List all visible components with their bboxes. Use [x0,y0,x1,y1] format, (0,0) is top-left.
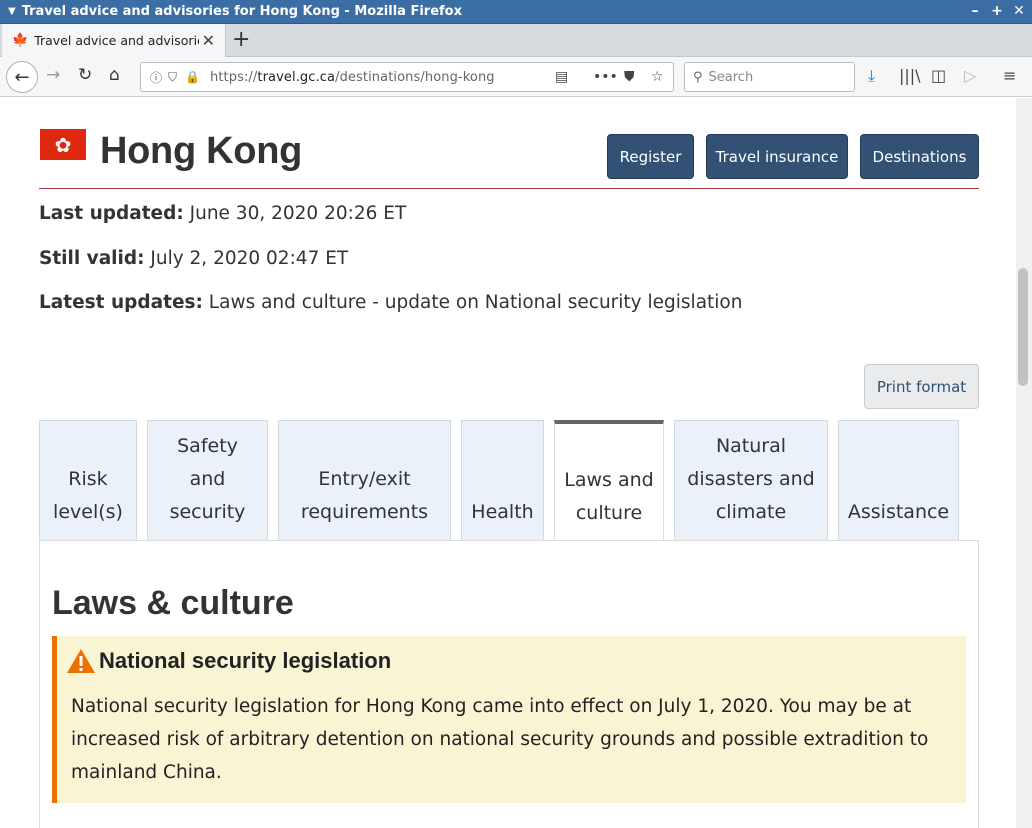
page-title: Hong Kong [100,130,303,172]
alert-title: National security legislation [99,648,392,673]
search-bar[interactable]: ⚲ Search [684,62,855,92]
last-updated-label: Last updated: [39,203,184,224]
still-valid-label: Still valid: [39,248,145,269]
register-button[interactable]: Register [607,134,694,179]
title-divider [39,188,979,189]
print-format-button[interactable]: Print format [864,364,979,409]
travel-insurance-button[interactable]: Travel insurance [706,134,848,179]
maximize-button[interactable]: + [990,2,1004,20]
sidebar-icon[interactable]: ◫ [931,66,946,85]
pocket-icon[interactable]: ⛊ [624,69,635,85]
warning-icon [67,649,95,673]
send-tab-icon[interactable]: ▷ [964,66,976,85]
section-title: Laws & culture [52,584,294,622]
tab-natural-disasters[interactable]: Natural disasters and climate [674,420,828,541]
window-titlebar: ▼ Travel advice and advisories for Hong … [0,0,1032,24]
web-page: ✿ Hong Kong Register Travel insurance De… [0,98,1016,828]
tab-strip: 🍁 Travel advice and advisories for Hong … [0,24,1032,57]
reader-view-icon[interactable]: ▤ [555,69,568,85]
tab-label: Natural disasters and climate [687,435,815,523]
last-updated: Last updated: June 30, 2020 20:26 ET [39,203,406,224]
tracking-shield-icon[interactable]: ⛉ [168,70,177,85]
tab-label: Risk level(s) [53,468,123,523]
tab-health[interactable]: Health [461,420,544,541]
menu-icon[interactable]: ≡ [1003,66,1016,85]
hong-kong-flag: ✿ [40,129,86,160]
search-icon: ⚲ [693,69,703,85]
latest-updates-label: Latest updates: [39,292,203,313]
maple-leaf-icon: 🍁 [12,33,29,48]
forward-button[interactable]: → [46,65,60,85]
navigation-toolbar: ← → ↻ ⌂ ⓘ ⛉ 🔒 https://travel.gc.ca/desti… [0,57,1032,97]
scrollbar[interactable] [1016,98,1032,828]
scrollbar-thumb[interactable] [1018,268,1028,386]
window-controls: – + ✕ [968,2,1026,20]
back-button[interactable]: ← [6,61,38,93]
still-valid: Still valid: July 2, 2020 02:47 ET [39,248,348,269]
last-updated-value: June 30, 2020 20:26 ET [189,203,407,224]
library-icon[interactable]: |||\ [899,66,921,85]
tab-label: Assistance [847,501,950,523]
destinations-button[interactable]: Destinations [860,134,979,179]
lock-icon[interactable]: 🔒 [185,70,200,84]
tab-entry-exit[interactable]: Entry/exit requirements [278,420,451,541]
latest-updates-value: Laws and culture - update on National se… [208,292,743,313]
tab-assistance[interactable]: Assistance [838,420,959,541]
tab-safety-security[interactable]: Safety and security [147,420,268,541]
downloads-icon[interactable]: ⤓ [868,66,875,86]
window-title: Travel advice and advisories for Hong Ko… [21,4,462,19]
tab-close-icon[interactable]: ✕ [202,31,215,50]
url-bar[interactable]: ⓘ ⛉ 🔒 https://travel.gc.ca/destinations/… [140,62,674,92]
reload-button[interactable]: ↻ [78,65,92,85]
info-icon[interactable]: ⓘ [150,69,162,86]
browser-tab[interactable]: 🍁 Travel advice and advisories for Hong … [2,24,226,57]
page-actions-icon[interactable]: ••• [593,69,618,85]
latest-updates: Latest updates: Laws and culture - updat… [39,292,742,313]
bauhinia-icon: ✿ [54,132,72,157]
search-placeholder: Search [708,69,754,85]
home-button[interactable]: ⌂ [109,65,120,85]
window-menu-icon[interactable]: ▼ [8,6,16,17]
tab-label: Entry/exit requirements [300,468,429,523]
new-tab-button[interactable]: + [232,27,250,53]
minimize-button[interactable]: – [968,2,982,20]
tab-laws-culture[interactable]: Laws and culture [554,420,664,542]
url-text[interactable]: https://travel.gc.ca/destinations/hong-k… [210,70,495,85]
close-window-button[interactable]: ✕ [1012,2,1026,20]
tab-label: Safety and security [169,435,246,523]
alert-body: National security legislation for Hong K… [71,696,929,783]
tab-label: Health [471,501,534,523]
tab-title: Travel advice and advisories for Hong Ko… [34,33,199,48]
tab-label: Laws and culture [564,469,654,524]
tab-risk-levels[interactable]: Risk level(s) [39,420,137,541]
still-valid-value: July 2, 2020 02:47 ET [150,248,349,269]
back-arrow-icon: ← [14,66,30,88]
bookmark-star-icon[interactable]: ☆ [651,69,664,85]
